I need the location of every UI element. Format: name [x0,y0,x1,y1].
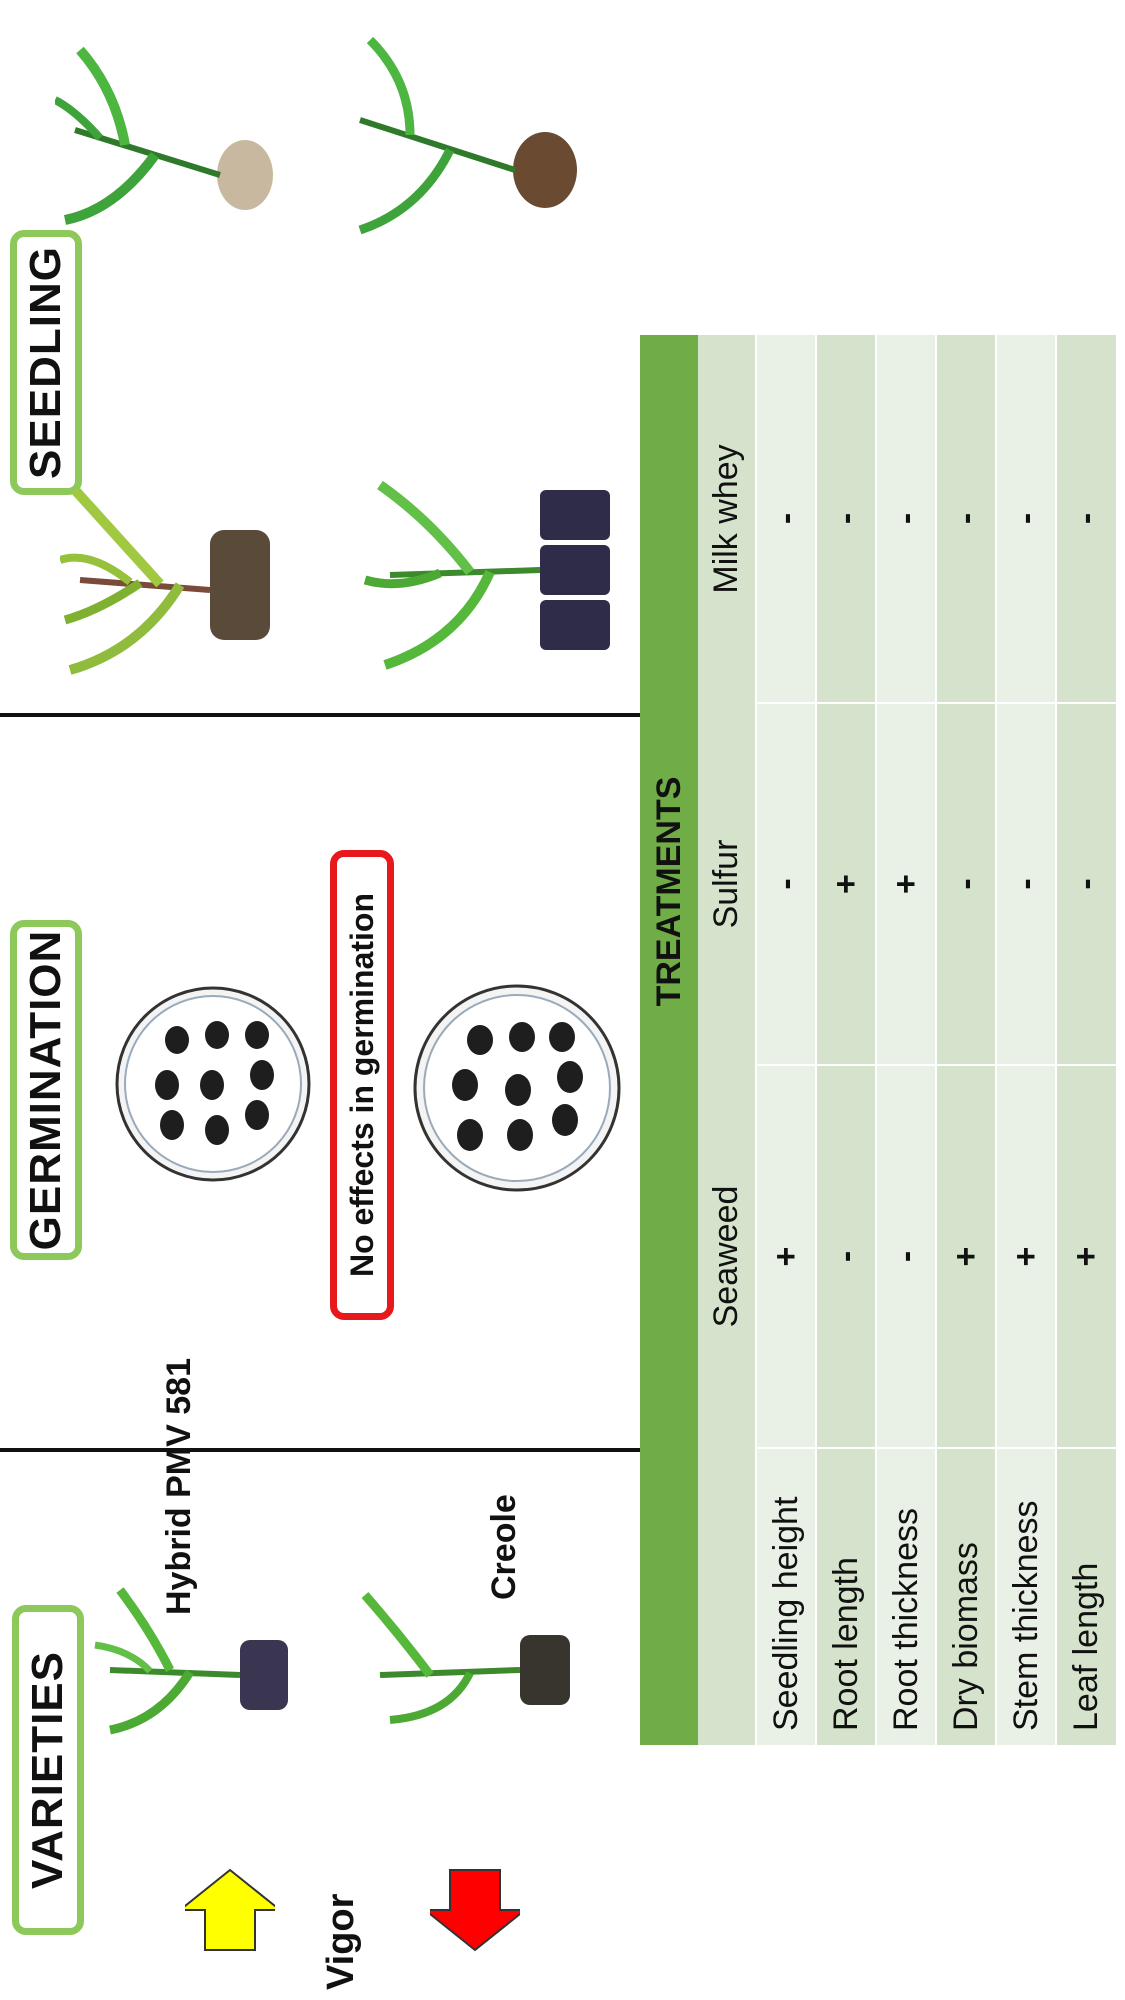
creole-label: Creole [485,1494,523,1600]
row-label: Root length [816,1448,876,1745]
row-label: Leaf length [1056,1448,1116,1745]
table-row: Leaf length + - - [1056,335,1116,1745]
petri-dish-creole-image [413,984,621,1192]
table-cell: - [876,335,936,703]
seedling-treated-image-1 [60,486,270,675]
column-header: Sulfur [698,703,756,1065]
table-cell: - [936,335,996,703]
row-label: Seedling height [756,1448,816,1745]
table-cell: - [816,1065,876,1448]
table-cell: - [876,1065,936,1448]
table-cell: + [996,1065,1056,1448]
seedling-title-box: SEEDLING [10,230,82,495]
table-row: Root length - + - [816,335,876,1745]
table-cell: + [816,703,876,1065]
table-cell: - [816,335,876,703]
seedling-control-image-2 [358,36,577,235]
seedling-treated-image-2 [363,480,610,670]
creole-seedling-image [361,1592,570,1724]
petri-dish-hybrid-image [115,986,311,1182]
table-cell: - [996,703,1056,1065]
table-header-blank [698,1448,756,1745]
germination-note: No effects in germination [343,892,380,1278]
table-row: Root thickness - + - [876,335,936,1745]
arrow-up-icon [185,1868,275,1951]
table-cell: - [996,335,1056,703]
table-title-spacer [640,1448,698,1745]
table-cell: - [756,703,816,1065]
germination-title: GERMINATION [21,929,70,1251]
section-divider [0,1448,640,1452]
row-label: Dry biomass [936,1448,996,1745]
table-row: Dry biomass + - - [936,335,996,1745]
table-title-row: TREATMENTS [640,335,698,1745]
seedling-title: SEEDLING [21,246,70,479]
section-divider [0,713,640,717]
column-header: Seaweed [698,1065,756,1448]
varieties-title: VARIETIES [23,1651,72,1890]
table-cell: - [936,703,996,1065]
row-label: Stem thickness [996,1448,1056,1745]
germination-note-box: No effects in germination [330,850,394,1320]
table-cell: + [876,703,936,1065]
row-label: Root thickness [876,1448,936,1745]
table-cell: - [1056,703,1116,1065]
germination-title-box: GERMINATION [10,920,82,1260]
table-cell: + [756,1065,816,1448]
vigor-label: Vigor [320,1893,362,1990]
arrow-down-icon [430,1869,520,1952]
hybrid-label: Hybrid PMV 581 [160,1358,198,1615]
table-cell: - [1056,335,1116,703]
varieties-title-box: VARIETIES [12,1605,84,1935]
table-row: Seedling height + - - [756,335,816,1745]
seedling-control-image-1 [55,46,273,225]
figure-canvas: VARIETIES Vigor Hybrid PMV 581 Creole GE… [0,0,1125,2000]
table-title: TREATMENTS [640,335,698,1448]
column-header: Milk whey [698,335,756,703]
table-row: Stem thickness + - - [996,335,1056,1745]
table-cell: + [1056,1065,1116,1448]
table-header-row: Seaweed Sulfur Milk whey [698,335,756,1745]
table-cell: + [936,1065,996,1448]
treatments-table: TREATMENTS Seaweed Sulfur Milk whey Seed… [640,335,1116,1745]
table-cell: - [756,335,816,703]
